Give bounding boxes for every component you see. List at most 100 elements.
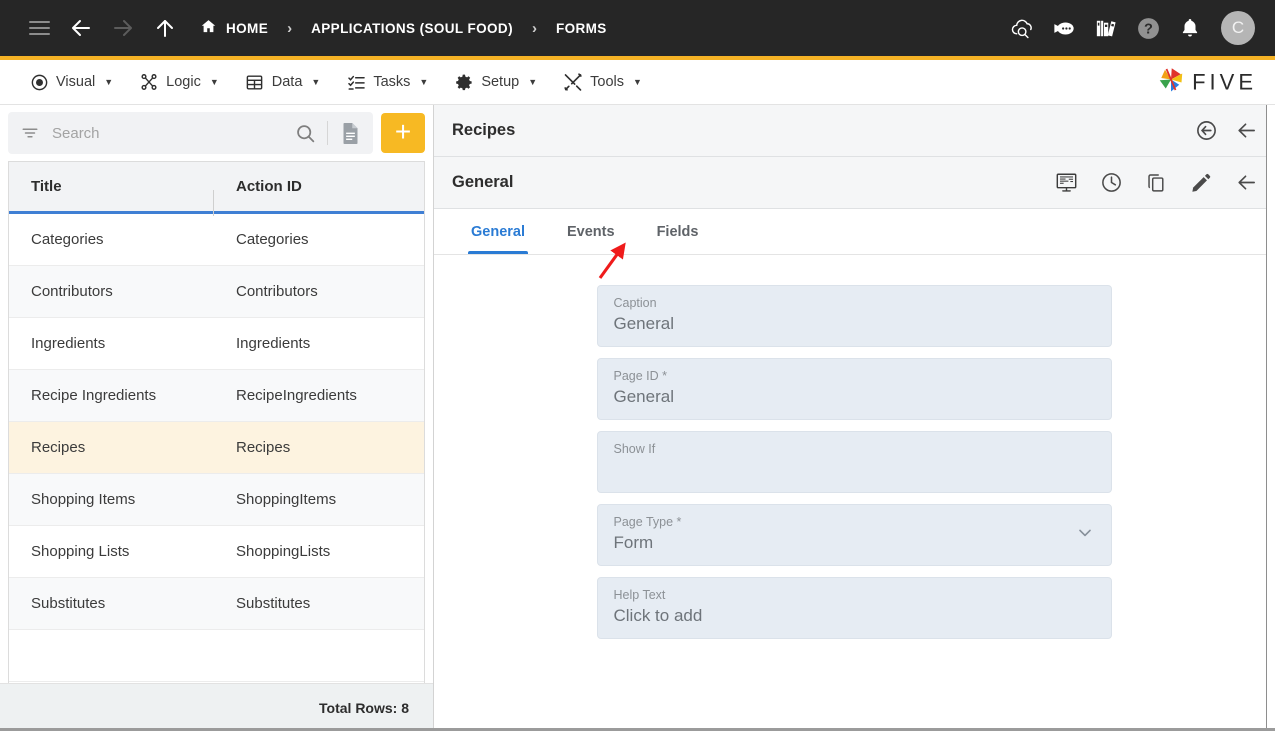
forms-table: Title Action ID Categories Categories Cont… xyxy=(8,161,425,683)
search-input[interactable] xyxy=(52,124,292,142)
top-navigation-bar: HOME › APPLICATIONS (SOUL FOOD) › FORMS xyxy=(0,0,1275,56)
chevron-down-icon[interactable] xyxy=(1075,523,1095,548)
five-logo[interactable]: FIVE xyxy=(1156,65,1257,100)
five-wordmark: FIVE xyxy=(1192,69,1257,94)
cell-action-id: Categories xyxy=(236,231,309,248)
gear-icon xyxy=(454,72,474,92)
field-show-if[interactable]: Show If xyxy=(596,431,1112,493)
breadcrumb-label-forms: FORMS xyxy=(555,20,607,36)
history-clock-icon[interactable] xyxy=(1099,171,1123,195)
breadcrumb-separator: › xyxy=(287,19,293,37)
menu-label-visual: Visual xyxy=(56,74,96,90)
library-books-icon[interactable] xyxy=(1089,11,1123,45)
chevron-down-icon: ▼ xyxy=(104,77,114,87)
edit-pencil-icon[interactable] xyxy=(1189,171,1213,195)
table-footer-total-rows: Total Rows: 8 xyxy=(0,683,433,731)
tab-general[interactable]: General xyxy=(454,209,542,254)
cell-title: Substitutes xyxy=(31,595,106,612)
section-title: General xyxy=(452,173,514,191)
menu-item-setup[interactable]: Setup ▼ xyxy=(441,60,550,105)
table-row[interactable]: Recipe Ingredients RecipeIngredients xyxy=(9,370,424,422)
checklist-icon xyxy=(346,72,366,92)
cell-action-id: Contributors xyxy=(236,283,318,300)
record-title-bar: Recipes xyxy=(434,105,1274,157)
form-detail-panel: Recipes General General Events Fields Ca… xyxy=(434,105,1275,731)
five-pinwheel-icon xyxy=(1156,65,1186,100)
filter-icon[interactable] xyxy=(20,123,40,143)
breadcrumb: HOME › APPLICATIONS (SOUL FOOD) › FORMS xyxy=(200,18,607,38)
table-row[interactable]: Substitutes Substitutes xyxy=(9,578,424,630)
menu-item-visual[interactable]: Visual ▼ xyxy=(16,60,126,105)
table-row[interactable]: Recipes Recipes xyxy=(9,422,424,474)
hamburger-menu-icon[interactable] xyxy=(18,7,60,49)
table-row[interactable]: Shopping Lists ShoppingLists xyxy=(9,526,424,578)
field-label: Page Type * xyxy=(613,515,682,529)
table-row-empty xyxy=(9,630,424,682)
table-row[interactable]: Shopping Items ShoppingItems xyxy=(9,474,424,526)
notifications-bell-icon[interactable] xyxy=(1173,11,1207,45)
menu-item-logic[interactable]: Logic ▼ xyxy=(126,60,232,105)
table-row[interactable]: Categories Categories xyxy=(9,214,424,266)
search-toolbar: + xyxy=(0,105,433,161)
menu-label-tools: Tools xyxy=(590,74,624,90)
menu-label-setup: Setup xyxy=(481,74,520,90)
cell-title: Shopping Lists xyxy=(31,543,130,560)
field-value xyxy=(614,458,1095,472)
section-back-arrow-icon[interactable] xyxy=(1234,171,1258,195)
chevron-down-icon: ▼ xyxy=(528,77,538,87)
tab-fields[interactable]: Fields xyxy=(640,209,716,254)
menu-label-data: Data xyxy=(271,74,303,90)
help-icon[interactable]: ? xyxy=(1131,11,1165,45)
field-help-text[interactable]: Help Text Click to add xyxy=(596,577,1112,639)
cell-action-id: ShoppingItems xyxy=(236,491,337,508)
cell-action-id: ShoppingLists xyxy=(236,543,331,560)
record-back-arrow-icon[interactable] xyxy=(1234,119,1258,143)
table-body: Categories Categories Contributors Contribu… xyxy=(9,214,424,683)
column-header-action-id[interactable]: Action ID xyxy=(214,178,302,195)
field-label: Caption xyxy=(613,296,657,310)
field-page-id[interactable]: Page ID * General xyxy=(596,358,1112,420)
menu-item-data[interactable]: Data ▼ xyxy=(232,60,334,105)
cell-title: Categories xyxy=(31,231,104,248)
breadcrumb-item-applications[interactable]: APPLICATIONS (SOUL FOOD) xyxy=(311,21,513,36)
field-label: Help Text xyxy=(613,588,666,602)
chevron-down-icon: ▼ xyxy=(311,77,321,87)
field-value: Form xyxy=(613,533,654,552)
search-icon[interactable] xyxy=(292,120,318,146)
cell-title: Shopping Items xyxy=(31,491,136,508)
tab-events[interactable]: Events xyxy=(550,209,632,254)
plus-icon: + xyxy=(394,115,412,147)
copy-icon[interactable] xyxy=(1144,171,1168,195)
menu-item-tasks[interactable]: Tasks ▼ xyxy=(333,60,441,105)
search-box[interactable] xyxy=(8,112,373,154)
back-arrow-icon[interactable] xyxy=(60,7,102,49)
menu-item-tools[interactable]: Tools ▼ xyxy=(550,60,655,105)
main-content-area: + Title Action ID Categories Categories Co… xyxy=(0,105,1275,731)
table-row[interactable]: Contributors Contributors xyxy=(9,266,424,318)
forms-list-panel: + Title Action ID Categories Categories Co… xyxy=(0,105,434,731)
chevron-down-icon: ▼ xyxy=(209,77,219,87)
add-form-button[interactable]: + xyxy=(381,113,425,153)
back-circle-icon[interactable] xyxy=(1194,119,1218,143)
breadcrumb-item-forms[interactable]: FORMS xyxy=(556,21,607,36)
menu-label-tasks: Tasks xyxy=(373,74,411,90)
forward-arrow-icon[interactable] xyxy=(102,7,144,49)
top-right-icon-group: ? C xyxy=(1005,11,1255,45)
section-actions xyxy=(1054,171,1258,195)
field-caption[interactable]: Caption General xyxy=(596,285,1112,347)
cloud-search-icon[interactable] xyxy=(1005,11,1039,45)
record-actions xyxy=(1194,119,1258,143)
up-arrow-icon[interactable] xyxy=(144,7,186,49)
column-header-title[interactable]: Title xyxy=(9,178,214,216)
field-page-type[interactable]: Page Type * Form xyxy=(596,504,1112,566)
document-icon[interactable] xyxy=(337,120,363,146)
chatbot-icon[interactable] xyxy=(1047,11,1081,45)
window-right-edge xyxy=(1266,105,1275,731)
cell-title: Contributors xyxy=(31,283,113,300)
user-avatar[interactable]: C xyxy=(1221,11,1255,45)
chevron-down-icon: ▼ xyxy=(633,77,642,87)
breadcrumb-item-home[interactable]: HOME xyxy=(200,18,268,38)
preview-monitor-icon[interactable] xyxy=(1054,171,1078,195)
nav-icon-group xyxy=(18,7,186,49)
table-row[interactable]: Ingredients Ingredients xyxy=(9,318,424,370)
